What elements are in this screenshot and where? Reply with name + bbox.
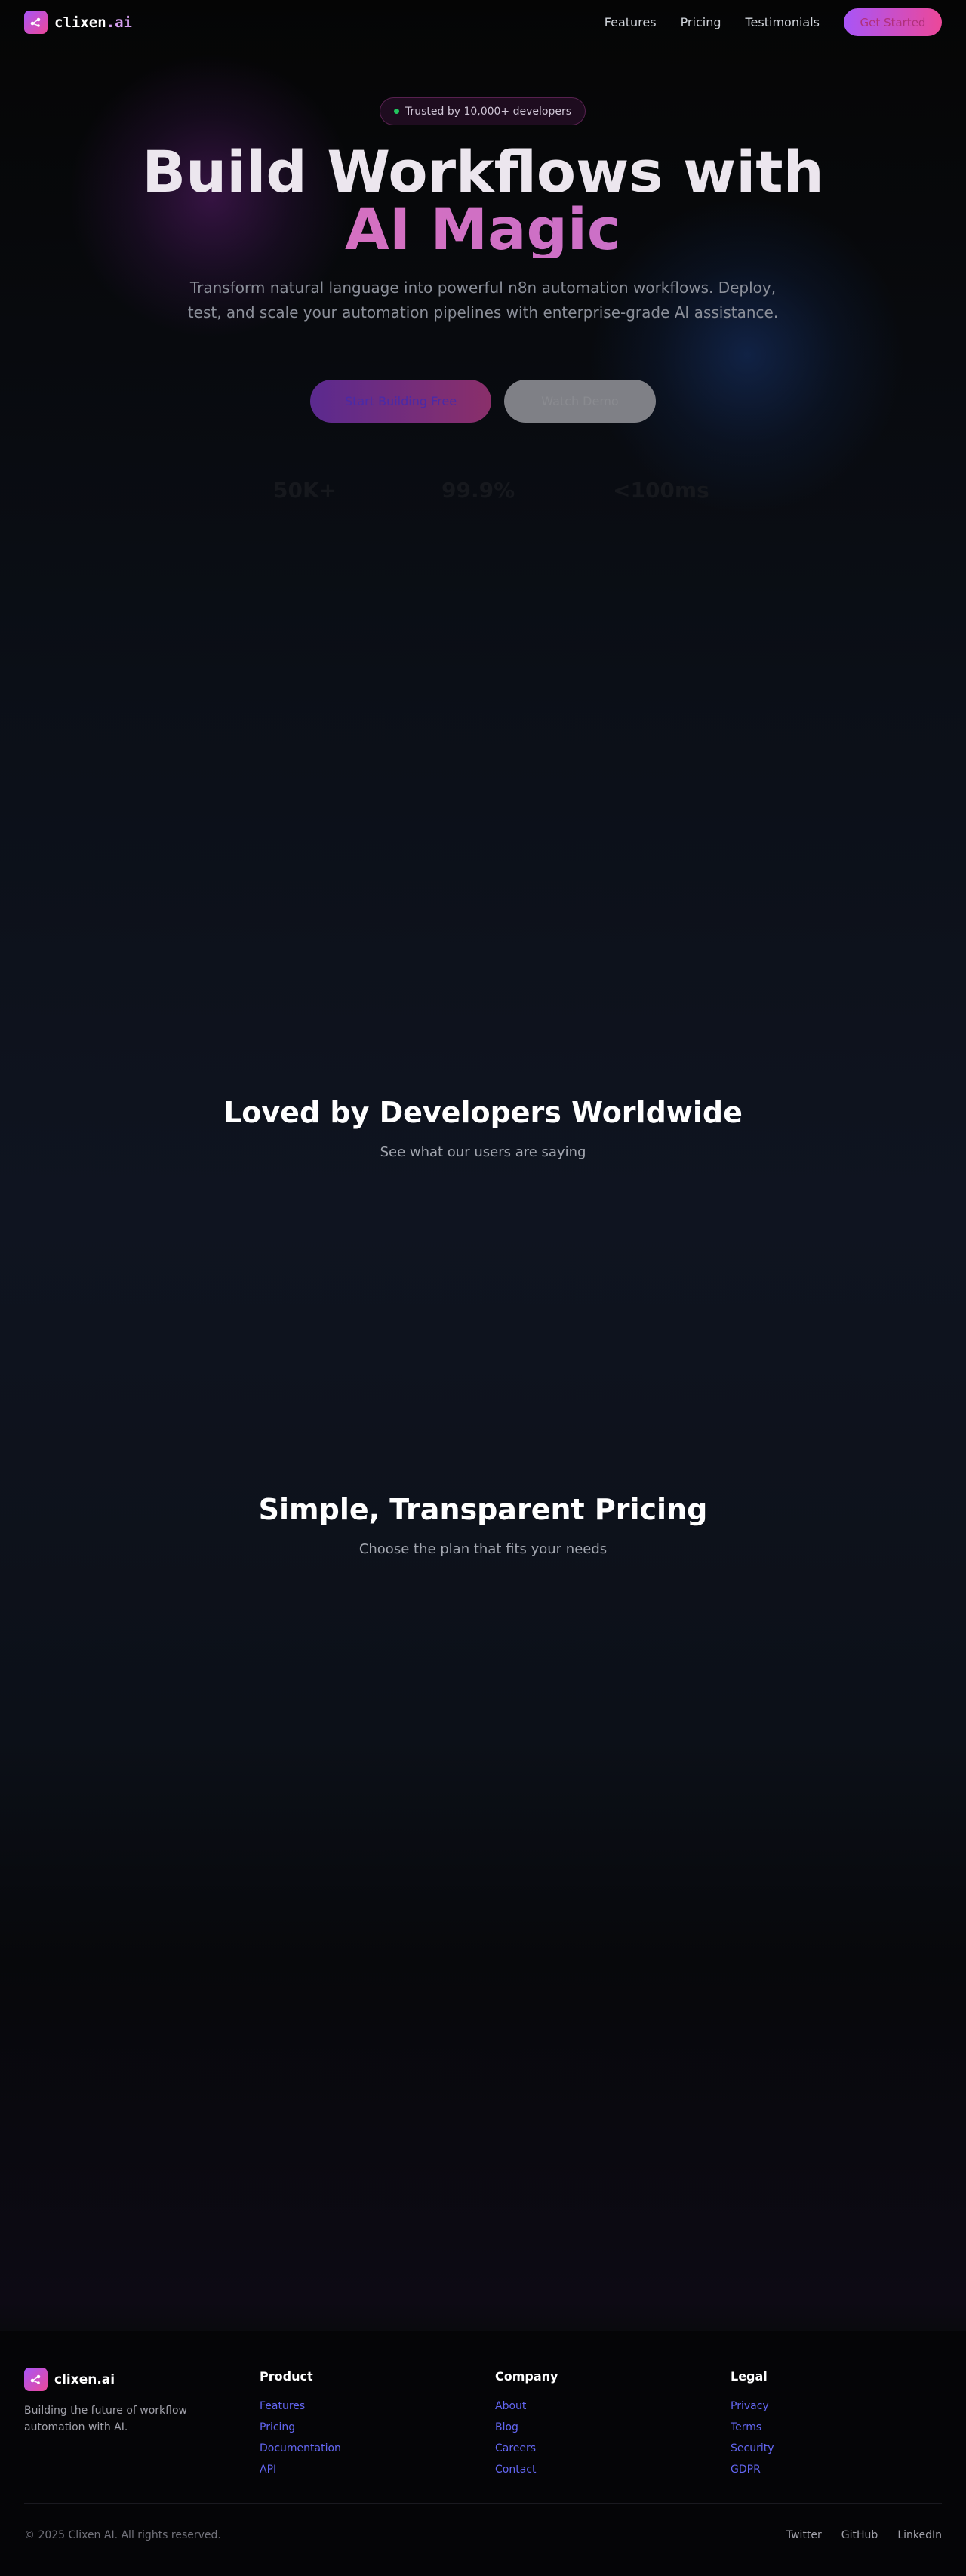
footer-link[interactable]: Terms bbox=[731, 2417, 774, 2438]
hero-title: Build Workflows with AI Magic bbox=[0, 143, 966, 258]
social-link-github[interactable]: GitHub bbox=[841, 2529, 878, 2541]
footer-column-title: Product bbox=[260, 2369, 313, 2384]
footer-column-company: Company About Blog Careers Contact bbox=[495, 2369, 558, 2480]
brand-name: clixen.ai bbox=[54, 14, 132, 31]
social-link-linkedin[interactable]: LinkedIn bbox=[897, 2529, 942, 2541]
footer-logo[interactable]: clixen.ai bbox=[24, 2368, 115, 2391]
footer-link[interactable]: Features bbox=[260, 2396, 341, 2417]
footer-link[interactable]: Contact bbox=[495, 2459, 558, 2480]
nav-link-features[interactable]: Features bbox=[605, 15, 657, 29]
hero-subtitle: Transform natural language into powerful… bbox=[187, 279, 779, 322]
pricing-title: Simple, Transparent Pricing bbox=[258, 1493, 708, 1526]
top-nav: clixen.ai Features Pricing Testimonials … bbox=[0, 0, 966, 45]
testimonials-title: Loved by Developers Worldwide bbox=[223, 1096, 743, 1129]
footer: clixen.ai Building the future of workflo… bbox=[0, 2331, 966, 2576]
footer-link[interactable]: Pricing bbox=[260, 2417, 341, 2438]
nav-link-pricing[interactable]: Pricing bbox=[681, 15, 721, 29]
footer-link[interactable]: About bbox=[495, 2396, 558, 2417]
start-building-button[interactable]: Start Building Free bbox=[310, 380, 491, 423]
trust-badge-text: Trusted by 10,000+ developers bbox=[405, 105, 572, 118]
copyright-text: © 2025 Clixen AI. All rights reserved. bbox=[24, 2529, 221, 2541]
status-dot-icon bbox=[393, 109, 399, 114]
footer-column-legal: Legal Privacy Terms Security GDPR bbox=[731, 2369, 774, 2480]
footer-divider bbox=[24, 2503, 942, 2504]
pricing-subtitle: Choose the plan that fits your needs bbox=[358, 1541, 608, 1557]
footer-link[interactable]: Blog bbox=[495, 2417, 558, 2438]
stats-row: 50K+ 99.9% <100ms bbox=[0, 478, 966, 508]
social-links: Twitter GitHub LinkedIn bbox=[786, 2529, 942, 2541]
logo-workflow-icon bbox=[24, 2368, 48, 2391]
footer-link[interactable]: Privacy bbox=[731, 2396, 774, 2417]
watch-demo-button[interactable]: Watch Demo bbox=[504, 380, 656, 423]
trust-badge: Trusted by 10,000+ developers bbox=[380, 97, 586, 125]
testimonials-subtitle: See what our users are saying bbox=[380, 1144, 586, 1160]
brand-logo[interactable]: clixen.ai bbox=[24, 11, 132, 34]
footer-column-product: Product Features Pricing Documentation A… bbox=[260, 2369, 341, 2480]
footer-link[interactable]: Security bbox=[731, 2438, 774, 2459]
hero-title-line2: AI Magic bbox=[0, 201, 966, 258]
footer-tagline: Building the future of workflow automati… bbox=[24, 2405, 188, 2433]
stat-value: 50K+ bbox=[273, 478, 337, 503]
footer-column-title: Legal bbox=[731, 2369, 768, 2384]
social-link-twitter[interactable]: Twitter bbox=[786, 2529, 822, 2541]
footer-link[interactable]: Documentation bbox=[260, 2438, 341, 2459]
get-started-button[interactable]: Get Started bbox=[844, 8, 942, 36]
nav-links: Features Pricing Testimonials Get Starte… bbox=[605, 8, 942, 36]
logo-workflow-icon bbox=[24, 11, 48, 34]
footer-brand: clixen.ai bbox=[54, 2371, 115, 2387]
footer-column-title: Company bbox=[495, 2369, 558, 2384]
stat-value: <100ms bbox=[613, 478, 709, 503]
footer-link[interactable]: Careers bbox=[495, 2438, 558, 2459]
footer-link[interactable]: API bbox=[260, 2459, 341, 2480]
footer-link[interactable]: GDPR bbox=[731, 2459, 774, 2480]
stat-value: 99.9% bbox=[441, 478, 515, 503]
nav-link-testimonials[interactable]: Testimonials bbox=[746, 15, 820, 29]
